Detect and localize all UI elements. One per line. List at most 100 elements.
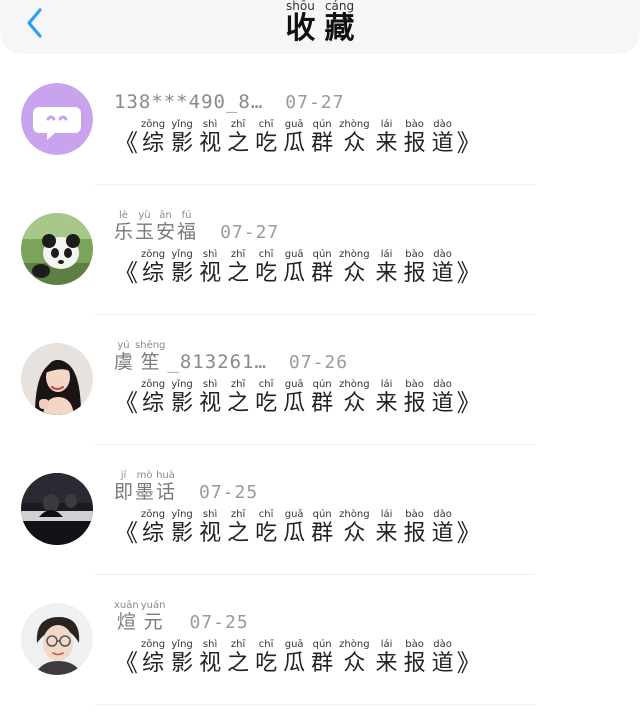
user-name-char: yù 玉 xyxy=(135,210,155,243)
message-char: lái 来 xyxy=(375,119,398,156)
user-name[interactable]: lè 乐 yù 玉 ān 安 fú 福 xyxy=(114,211,198,242)
message-char: zhī 之 xyxy=(227,119,250,156)
message-char: bào 报 xyxy=(403,249,426,286)
page-title: shōu 收 cáng 藏 xyxy=(0,0,640,44)
message-char: shì 视 xyxy=(199,639,222,676)
divider xyxy=(95,704,535,705)
message-char: yǐng 影 xyxy=(171,509,194,546)
user-name-text: _813261… xyxy=(167,351,267,373)
user-name-text: 138***490_8… xyxy=(114,91,264,113)
message-char: qún 群 xyxy=(311,379,334,416)
message-char: dào 道 xyxy=(431,379,454,416)
chat-bubble-avatar[interactable] xyxy=(21,83,93,155)
user-name-char: yuán 元 xyxy=(140,600,166,633)
favorite-item[interactable]: 138***490_8… 07-27 《 zōng 综 yǐng 影 shì 视 zhī 之 chī 吃… xyxy=(0,70,640,200)
message-char: zōng 综 xyxy=(141,119,166,156)
favorite-item[interactable]: lè 乐 yù 玉 ān 安 fú 福 07-27 《 zōng 综 yǐng 影 shì 视 zhī 之 chī 吃… xyxy=(0,200,640,330)
favorite-item[interactable]: xuān 煊 yuán 元 07-25 《 zōng 综 yǐng 影 shì 视 zhī 之 chī 吃 gu… xyxy=(0,590,640,720)
message-char: zhī 之 xyxy=(227,639,250,676)
user-name-line: xuān 煊 yuán 元 07-25 xyxy=(114,601,249,633)
message-char: yǐng 影 xyxy=(171,379,194,416)
message-char: zhī 之 xyxy=(227,379,250,416)
divider xyxy=(95,574,535,575)
divider xyxy=(95,444,535,445)
message-char: zhòng 众 xyxy=(339,379,370,416)
divider xyxy=(95,184,535,185)
user-name[interactable]: 138***490_8… xyxy=(114,93,263,112)
open-bracket: 《 xyxy=(114,649,138,677)
message-char: shì 视 xyxy=(199,509,222,546)
panda-photo-avatar[interactable] xyxy=(21,213,93,285)
message-char: dào 道 xyxy=(431,639,454,676)
user-name-char: shēng 笙 xyxy=(135,340,166,373)
post-date: 07-25 xyxy=(189,612,249,633)
message-title[interactable]: 《 zōng 综 yǐng 影 shì 视 zhī 之 chī 吃 guā 瓜 qún 群 zhòng 众 lái… xyxy=(114,509,481,547)
open-bracket: 《 xyxy=(114,259,138,287)
user-name-char: mò 墨 xyxy=(135,470,155,503)
message-char: zhī 之 xyxy=(227,249,250,286)
user-name-char: xuān 煊 xyxy=(114,600,139,633)
message-char: guā 瓜 xyxy=(283,639,306,676)
message-title[interactable]: 《 zōng 综 yǐng 影 shì 视 zhī 之 chī 吃 guā 瓜 qún 群 zhòng 众 lái… xyxy=(114,249,481,287)
message-char: zōng 综 xyxy=(141,249,166,286)
post-date: 07-25 xyxy=(199,482,259,503)
close-bracket: 》 xyxy=(456,259,481,287)
divider xyxy=(95,314,535,315)
message-char: shì 视 xyxy=(199,119,222,156)
message-char: bào 报 xyxy=(403,509,426,546)
message-char: qún 群 xyxy=(311,249,334,286)
user-name[interactable]: yú 虞 shēng 笙 _813261… xyxy=(114,341,267,372)
message-char: zōng 综 xyxy=(141,509,166,546)
favorites-list: 138***490_8… 07-27 《 zōng 综 yǐng 影 shì 视 zhī 之 chī 吃… xyxy=(0,70,640,720)
dark-photo-avatar[interactable] xyxy=(21,473,93,545)
message-char: zōng 综 xyxy=(141,639,166,676)
user-name[interactable]: xuān 煊 yuán 元 xyxy=(114,601,167,632)
user-name-line: lè 乐 yù 玉 ān 安 fú 福 07-27 xyxy=(114,211,279,242)
message-char: bào 报 xyxy=(403,379,426,416)
message-char: qún 群 xyxy=(311,509,334,546)
message-char: lái 来 xyxy=(375,379,398,416)
message-char: shì 视 xyxy=(199,379,222,416)
message-char: qún 群 xyxy=(311,119,334,156)
message-char: bào 报 xyxy=(403,639,426,676)
header-bar: shōu 收 cáng 藏 xyxy=(0,0,640,54)
favorite-item[interactable]: jí 即 mò 墨 huà 话 07-25 《 zōng 综 yǐng 影 shì 视 zhī 之 chī 吃 gu… xyxy=(0,460,640,590)
post-date: 07-26 xyxy=(288,352,349,373)
message-title[interactable]: 《 zōng 综 yǐng 影 shì 视 zhī 之 chī 吃 guā 瓜 qún 群 zhòng 众 lái… xyxy=(114,379,481,417)
user-name-line: yú 虞 shēng 笙 _813261… 07-26 xyxy=(114,341,349,373)
user-name[interactable]: jí 即 mò 墨 huà 话 xyxy=(114,471,177,502)
user-name-char: huà 话 xyxy=(156,470,176,503)
message-char: zhòng 众 xyxy=(339,509,370,546)
message-char: guā 瓜 xyxy=(283,509,306,546)
message-char: guā 瓜 xyxy=(283,119,306,156)
message-char: zōng 综 xyxy=(141,379,166,416)
message-char: guā 瓜 xyxy=(283,249,306,286)
open-bracket: 《 xyxy=(114,519,138,547)
close-bracket: 》 xyxy=(456,129,481,157)
man-glasses-avatar[interactable] xyxy=(21,603,93,675)
favorite-item[interactable]: yú 虞 shēng 笙 _813261… 07-26 《 zōng 综 yǐng 影 shì 视 zhī… xyxy=(0,330,640,460)
user-name-char: yú 虞 xyxy=(114,340,134,373)
message-char: yǐng 影 xyxy=(171,639,194,676)
message-char: zhī 之 xyxy=(227,509,250,546)
message-title[interactable]: 《 zōng 综 yǐng 影 shì 视 zhī 之 chī 吃 guā 瓜 qún 群 zhòng 众 lái… xyxy=(114,119,481,157)
message-char: chī 吃 xyxy=(255,119,278,156)
open-bracket: 《 xyxy=(114,389,138,417)
message-title[interactable]: 《 zōng 综 yǐng 影 shì 视 zhī 之 chī 吃 guā 瓜 qún 群 zhòng 众 lái… xyxy=(114,639,481,677)
message-char: dào 道 xyxy=(431,119,454,156)
user-name-char: ān 安 xyxy=(156,210,176,243)
open-bracket: 《 xyxy=(114,129,138,157)
message-char: lái 来 xyxy=(375,509,398,546)
close-bracket: 》 xyxy=(456,389,481,417)
close-bracket: 》 xyxy=(456,519,481,547)
user-name-char: lè 乐 xyxy=(114,210,134,243)
user-name-line: 138***490_8… 07-27 xyxy=(114,82,344,112)
close-bracket: 》 xyxy=(456,649,481,677)
message-char: dào 道 xyxy=(431,249,454,286)
message-char: yǐng 影 xyxy=(171,119,194,156)
woman-portrait-avatar[interactable] xyxy=(21,343,93,415)
message-char: dào 道 xyxy=(431,509,454,546)
title-char: shōu 收 xyxy=(285,0,316,46)
message-char: chī 吃 xyxy=(255,249,278,286)
message-char: bào 报 xyxy=(403,119,426,156)
